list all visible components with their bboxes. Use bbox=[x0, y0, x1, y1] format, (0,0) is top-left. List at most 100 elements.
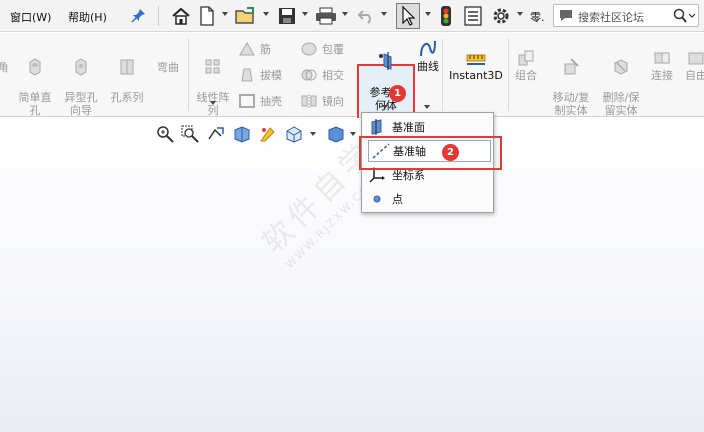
options-gear-icon[interactable] bbox=[490, 4, 512, 28]
feature-intersect-label: 相交 bbox=[322, 69, 344, 82]
shell-icon bbox=[239, 94, 255, 108]
feature-draft[interactable]: 拔模 bbox=[238, 67, 282, 83]
options-dropdown-icon[interactable] bbox=[517, 12, 523, 16]
feature-shell[interactable]: 抽壳 bbox=[238, 93, 282, 109]
save-icon[interactable] bbox=[276, 4, 298, 28]
search-icon[interactable] bbox=[672, 8, 696, 27]
freeform-icon bbox=[688, 52, 704, 65]
feature-instant3d[interactable]: Instant3D bbox=[446, 51, 506, 82]
view-orientation-dropdown-icon[interactable] bbox=[310, 132, 316, 136]
simple-hole-icon bbox=[29, 58, 41, 76]
combine-icon bbox=[518, 50, 534, 66]
feature-join-label: 连接 bbox=[651, 69, 673, 82]
feature-delete-keep-label: 删除/保 留实体 bbox=[602, 91, 640, 117]
menu-item-plane[interactable]: 基准面 bbox=[362, 116, 493, 138]
reference-geometry-icon bbox=[379, 52, 392, 70]
ribbon-separator bbox=[508, 39, 509, 111]
feature-rib-label: 筋 bbox=[260, 43, 271, 56]
step-2-badge: 2 bbox=[442, 144, 459, 161]
move-copy-icon bbox=[564, 58, 579, 75]
feature-fillet-label: 角 bbox=[0, 61, 9, 74]
instant3d-icon bbox=[466, 54, 486, 65]
delete-keep-icon bbox=[614, 59, 628, 75]
feature-intersect[interactable]: 相交 bbox=[300, 67, 344, 83]
file-properties-icon[interactable] bbox=[462, 4, 484, 28]
zoom-to-fit-icon[interactable] bbox=[155, 124, 175, 144]
feature-simple-hole-label: 简单直 孔 bbox=[18, 91, 52, 117]
print-icon[interactable] bbox=[314, 4, 338, 28]
feature-hole-series[interactable]: 孔系列 bbox=[106, 45, 148, 104]
mirror-icon bbox=[301, 94, 317, 108]
feature-reference-geometry[interactable]: 参考几 何体 bbox=[360, 38, 412, 112]
intersect-icon bbox=[301, 69, 317, 81]
feature-draft-label: 拔模 bbox=[260, 69, 282, 82]
title-menu-bar: 窗口(W) 帮助(H) 零. 搜索社区论坛 bbox=[0, 0, 704, 32]
hole-series-icon bbox=[120, 59, 134, 75]
save-dropdown-icon[interactable] bbox=[302, 12, 308, 16]
truncated-toolbar-label: 零. bbox=[530, 11, 545, 24]
section-view-icon[interactable] bbox=[232, 124, 252, 144]
menu-item-plane-label: 基准面 bbox=[392, 121, 425, 134]
axis-item-highlight bbox=[359, 136, 502, 170]
feature-instant3d-label: Instant3D bbox=[449, 69, 503, 82]
point-icon bbox=[362, 194, 392, 204]
search-input[interactable]: 搜索社区论坛 bbox=[553, 4, 699, 27]
open-dropdown-icon[interactable] bbox=[263, 12, 269, 16]
display-style-dropdown-icon[interactable] bbox=[350, 132, 356, 136]
feature-shell-label: 抽壳 bbox=[260, 95, 282, 108]
hole-wizard-icon bbox=[75, 58, 87, 76]
feature-curves-label: 曲线 bbox=[417, 60, 439, 73]
menu-item-point-label: 点 bbox=[392, 193, 403, 206]
feature-freeform[interactable]: 自由 bbox=[682, 49, 704, 82]
rib-icon bbox=[239, 42, 255, 56]
feature-rib[interactable]: 筋 bbox=[238, 41, 271, 57]
undo-dropdown-icon[interactable] bbox=[381, 12, 387, 16]
select-dropdown-icon[interactable] bbox=[425, 12, 431, 16]
undo-icon[interactable] bbox=[356, 4, 376, 28]
community-chat-icon bbox=[558, 9, 574, 26]
feature-linear-pattern[interactable]: 线性阵 列 bbox=[192, 45, 234, 117]
plane-icon bbox=[362, 119, 392, 135]
search-placeholder: 搜索社区论坛 bbox=[578, 11, 644, 24]
feature-freeform-label: 自由 bbox=[685, 69, 704, 82]
new-dropdown-icon[interactable] bbox=[222, 12, 228, 16]
feature-flex-label: 弯曲 bbox=[157, 61, 179, 74]
command-manager-ribbon: 角 简单直 孔 异型孔 向导 孔系列 弯曲 线性阵 列 筋 拔模 抽壳 包覆 相… bbox=[0, 33, 704, 144]
curves-dropdown-icon[interactable] bbox=[424, 105, 430, 109]
previous-view-icon[interactable] bbox=[206, 124, 226, 144]
menu-item-point[interactable]: 点 bbox=[362, 188, 493, 210]
feature-wrap-label: 包覆 bbox=[322, 43, 344, 56]
home-icon[interactable] bbox=[170, 4, 192, 28]
zoom-to-area-icon[interactable] bbox=[180, 124, 200, 144]
display-style-icon[interactable] bbox=[326, 124, 346, 144]
dynamic-annotation-icon[interactable] bbox=[258, 124, 278, 144]
menu-help[interactable]: 帮助(H) bbox=[68, 9, 107, 25]
curves-icon bbox=[420, 40, 436, 57]
feature-mirror[interactable]: 镜向 bbox=[300, 93, 344, 109]
feature-mirror-label: 镜向 bbox=[322, 95, 344, 108]
feature-curves[interactable]: 曲线 bbox=[413, 38, 443, 73]
print-dropdown-icon[interactable] bbox=[342, 12, 348, 16]
pin-icon[interactable] bbox=[131, 7, 147, 23]
toolbar-separator bbox=[158, 6, 159, 26]
traffic-light-icon[interactable] bbox=[438, 4, 454, 28]
select-arrow-icon[interactable] bbox=[396, 3, 420, 29]
feature-delete-keep-body[interactable]: 删除/保 留实体 bbox=[598, 45, 644, 117]
feature-wrap[interactable]: 包覆 bbox=[300, 41, 344, 57]
open-icon[interactable] bbox=[234, 4, 258, 28]
feature-combine[interactable]: 组合 bbox=[510, 49, 542, 82]
ribbon-separator bbox=[442, 39, 443, 111]
linear-pattern-dropdown-icon[interactable] bbox=[210, 101, 216, 105]
feature-hole-wizard-label: 异型孔 向导 bbox=[64, 91, 98, 117]
feature-join[interactable]: 连接 bbox=[646, 49, 678, 82]
menu-window[interactable]: 窗口(W) bbox=[10, 9, 51, 25]
feature-simple-hole[interactable]: 简单直 孔 bbox=[14, 45, 56, 117]
wrap-icon bbox=[301, 42, 317, 56]
feature-move-copy-body[interactable]: 移动/复 制实体 bbox=[546, 45, 596, 117]
new-document-icon[interactable] bbox=[197, 4, 217, 28]
view-orientation-icon[interactable] bbox=[284, 124, 304, 144]
feature-hole-wizard[interactable]: 异型孔 向导 bbox=[60, 45, 102, 117]
ribbon-separator bbox=[188, 39, 189, 111]
feature-fillet[interactable]: 角 bbox=[0, 61, 10, 74]
feature-flex[interactable]: 弯曲 bbox=[150, 61, 186, 74]
